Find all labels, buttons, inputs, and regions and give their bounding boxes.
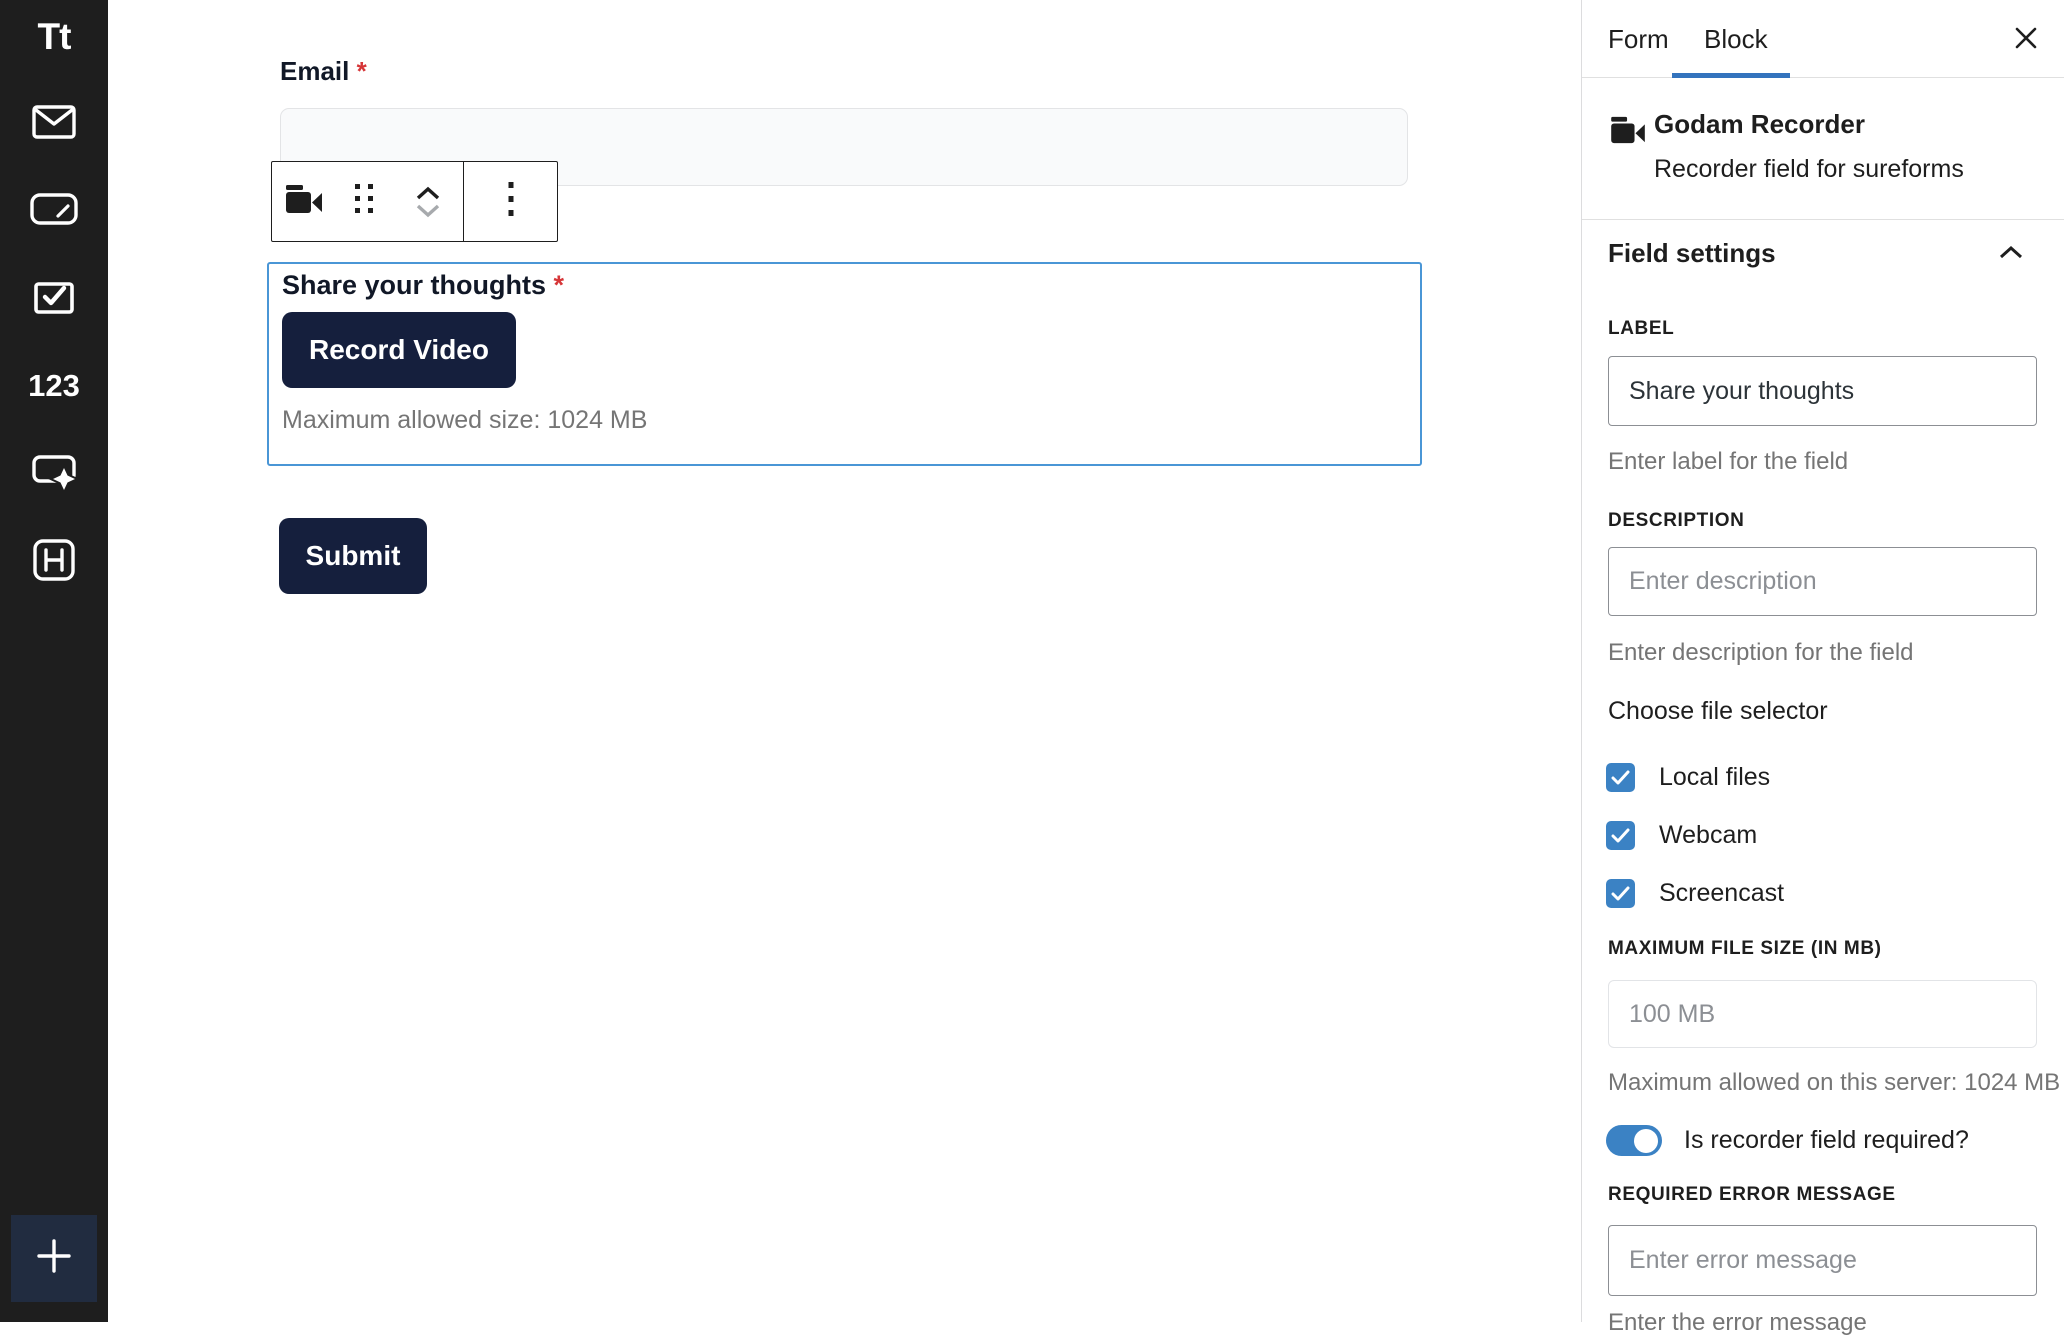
- label-field-caption: LABEL: [1608, 318, 1674, 340]
- move-up-button[interactable]: [415, 186, 441, 200]
- video-camera-icon: [1610, 116, 1646, 149]
- settings-sidebar: Form Block Godam Recorder Recorder field…: [1581, 0, 2064, 1322]
- label-input[interactable]: [1608, 356, 2037, 426]
- required-toggle-row: Is recorder field required?: [1606, 1125, 1969, 1156]
- checkbox-field-button[interactable]: [0, 263, 108, 335]
- block-options-button[interactable]: [463, 162, 557, 241]
- plus-icon: [35, 1237, 73, 1280]
- tab-block[interactable]: Block: [1704, 24, 1768, 55]
- chevron-up-icon: [1998, 247, 2024, 264]
- input-field-button[interactable]: [0, 175, 108, 247]
- block-title: Godam Recorder: [1654, 109, 1865, 140]
- email-field-button[interactable]: [0, 88, 108, 160]
- checkbox-webcam[interactable]: Webcam: [1606, 821, 1757, 850]
- block-movers: [392, 162, 463, 241]
- toggle-knob: [1634, 1129, 1658, 1153]
- email-label-text: Email: [280, 56, 349, 86]
- submit-button[interactable]: Submit: [279, 518, 427, 594]
- checkbox-label: Local files: [1659, 763, 1770, 792]
- required-toggle[interactable]: [1606, 1125, 1662, 1156]
- input-field-icon: [30, 193, 78, 230]
- field-settings-title: Field settings: [1608, 238, 1776, 269]
- checkbox-label: Screencast: [1659, 879, 1784, 908]
- text-field-icon: Tt: [38, 16, 71, 58]
- text-field-button[interactable]: Tt: [0, 1, 108, 73]
- drag-handle[interactable]: [336, 162, 392, 241]
- max-file-size-helper: Maximum allowed on this server: 1024 MB: [1608, 1069, 2060, 1097]
- error-message-input[interactable]: [1608, 1225, 2037, 1296]
- close-settings-button[interactable]: [2012, 26, 2040, 54]
- checkbox-checked-icon: [1606, 879, 1635, 908]
- video-camera-icon: [285, 184, 323, 219]
- email-field-label: Email *: [280, 56, 367, 87]
- required-toggle-label: Is recorder field required?: [1684, 1126, 1969, 1155]
- description-helper-text: Enter description for the field: [1608, 639, 1914, 667]
- fields-toolbar-rail: Tt 123: [0, 0, 108, 1322]
- block-toolbar: [271, 161, 558, 242]
- checkbox-local-files[interactable]: Local files: [1606, 763, 1770, 792]
- block-info-card: Godam Recorder Recorder field for surefo…: [1582, 78, 2064, 220]
- checkbox-label: Webcam: [1659, 821, 1757, 850]
- options-kebab-icon: [507, 181, 515, 222]
- description-input[interactable]: [1608, 547, 2037, 616]
- recorder-required-asterisk: *: [554, 270, 565, 300]
- max-file-size-input[interactable]: [1608, 980, 2037, 1048]
- heading-field-button[interactable]: [0, 526, 108, 598]
- number-field-button[interactable]: 123: [0, 350, 108, 422]
- checkbox-field-icon: [34, 280, 74, 319]
- close-icon: [2014, 26, 2038, 55]
- settings-tabbar: Form Block: [1582, 0, 2064, 78]
- form-editor-canvas: Email *: [108, 0, 1581, 1322]
- record-video-button[interactable]: Record Video: [282, 312, 516, 388]
- recorder-field-label: Share your thoughts *: [282, 270, 564, 301]
- checkbox-checked-icon: [1606, 763, 1635, 792]
- description-field-caption: DESCRIPTION: [1608, 510, 1744, 532]
- max-file-size-caption: MAXIMUM FILE SIZE (IN MB): [1608, 938, 1882, 960]
- move-down-button[interactable]: [415, 204, 441, 218]
- label-helper-text: Enter label for the field: [1608, 448, 1848, 476]
- error-message-caption: REQUIRED ERROR MESSAGE: [1608, 1184, 1896, 1206]
- recorder-field-icon: [31, 454, 77, 495]
- recorder-block-selected[interactable]: Share your thoughts * Record Video Maxim…: [267, 262, 1422, 466]
- email-required-asterisk: *: [357, 56, 367, 86]
- file-selector-title: Choose file selector: [1608, 697, 1828, 726]
- checkbox-screencast[interactable]: Screencast: [1606, 879, 1784, 908]
- block-type-button[interactable]: [272, 162, 336, 241]
- number-field-icon: 123: [28, 368, 80, 404]
- collapse-section-button[interactable]: [1998, 244, 2024, 265]
- tab-form[interactable]: Form: [1608, 24, 1669, 55]
- error-message-helper: Enter the error message: [1608, 1309, 1867, 1337]
- heading-field-icon: [33, 539, 75, 586]
- email-field-icon: [32, 105, 76, 144]
- recorder-label-text: Share your thoughts: [282, 270, 546, 300]
- recorder-field-button[interactable]: [0, 438, 108, 510]
- drag-handle-icon: [353, 182, 375, 221]
- block-description: Recorder field for sureforms: [1654, 155, 1964, 184]
- checkbox-checked-icon: [1606, 821, 1635, 850]
- add-block-button[interactable]: [11, 1215, 97, 1302]
- max-size-note: Maximum allowed size: 1024 MB: [282, 406, 647, 435]
